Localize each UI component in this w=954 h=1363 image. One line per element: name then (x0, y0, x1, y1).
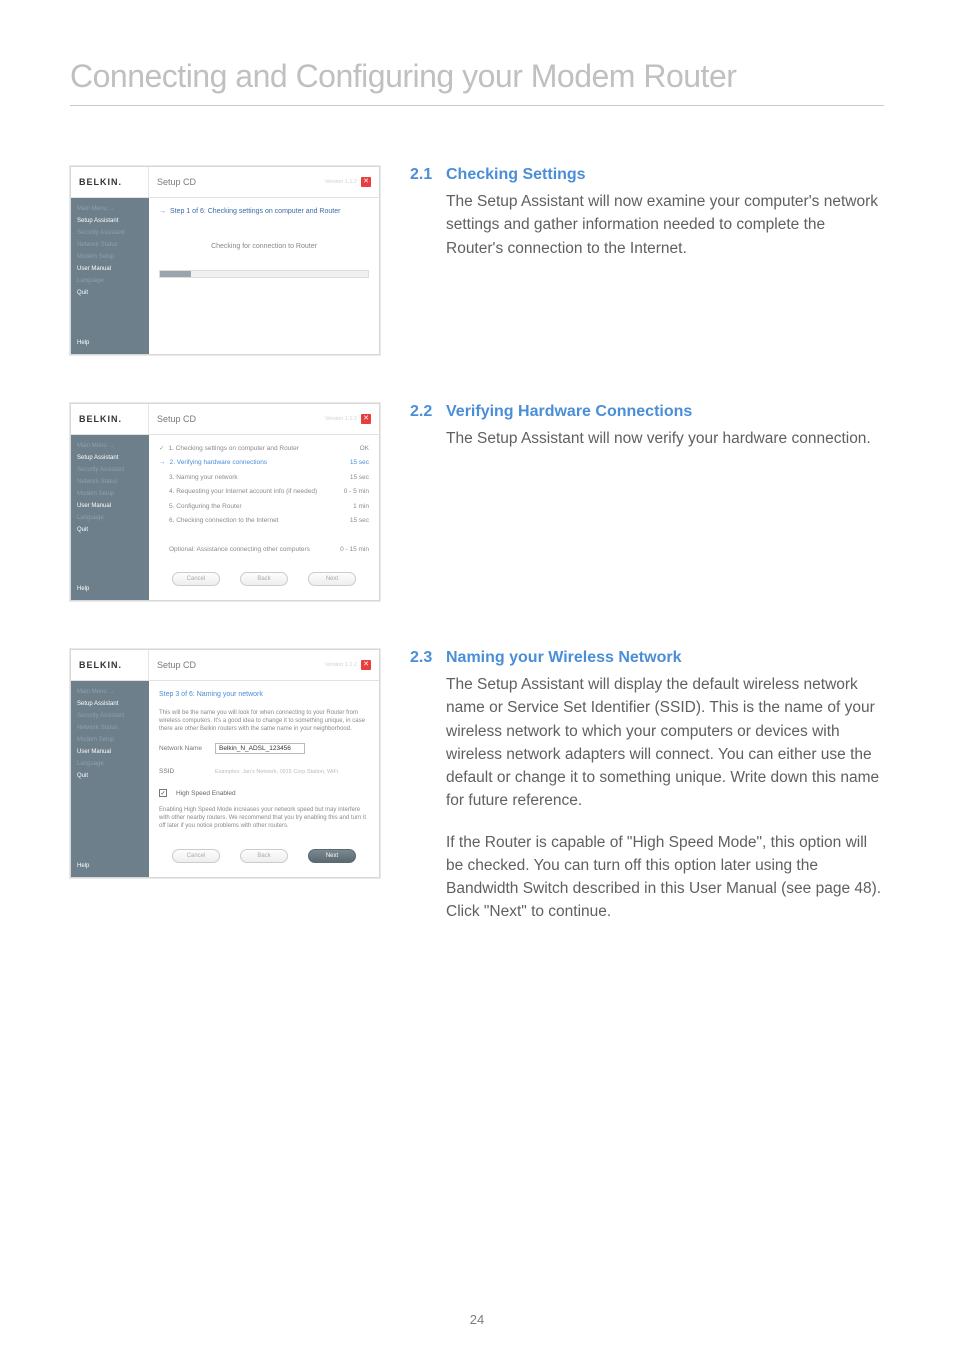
setup-title: Setup CD (157, 177, 196, 187)
row-2-3: BELKIN. Setup CD Version 1.1.2 ✕ Main Me… (70, 649, 884, 924)
title-rule (70, 105, 884, 106)
version-label: Version 1.1.2 (325, 179, 357, 185)
step-body: The Setup Assistant will now examine you… (446, 190, 884, 260)
brand-logo: BELKIN. (71, 650, 149, 680)
version-label: Version 1.1.2 (325, 416, 357, 422)
sidebar-item-user-manual[interactable]: User Manual (77, 503, 143, 509)
sidebar: Main Menu → Setup Assistant Security Ass… (71, 681, 149, 877)
setup-title: Setup CD (157, 414, 196, 424)
sidebar-item-network-status[interactable]: Network Status (77, 479, 143, 485)
sidebar-item-main-menu[interactable]: Main Menu → (77, 443, 143, 449)
sidebar-item-setup-assistant[interactable]: Setup Assistant (77, 218, 143, 224)
sidebar-item-setup-assistant[interactable]: Setup Assistant (77, 701, 143, 707)
sidebar-item-user-manual[interactable]: User Manual (77, 266, 143, 272)
sidebar-item-network-status[interactable]: Network Status (77, 242, 143, 248)
screenshot-2-3: BELKIN. Setup CD Version 1.1.2 ✕ Main Me… (70, 649, 380, 878)
step-body: The Setup Assistant will now verify your… (446, 427, 884, 450)
sidebar-item-main-menu[interactable]: Main Menu → (77, 689, 143, 695)
step-label: Step 1 of 6: Checking settings on comput… (170, 208, 340, 215)
brand-logo: BELKIN. (71, 404, 149, 434)
next-button[interactable]: Next (308, 849, 356, 863)
intro-note: This will be the name you will look for … (159, 710, 369, 733)
cancel-button[interactable]: Cancel (172, 849, 220, 863)
setup-title: Setup CD (157, 660, 196, 670)
sidebar-item-setup-assistant[interactable]: Setup Assistant (77, 455, 143, 461)
sidebar: Main Menu → Setup Assistant Security Ass… (71, 198, 149, 354)
screenshot-main: Step 3 of 6: Naming your network This wi… (149, 681, 379, 877)
high-speed-note: Enabling High Speed Mode increases your … (159, 807, 369, 830)
high-speed-checkbox[interactable]: ✓ (159, 789, 167, 797)
row-2-1: BELKIN. Setup CD Version 1.1.2 ✕ Main Me… (70, 166, 884, 355)
sidebar-item-language[interactable]: Language (77, 515, 143, 521)
check-icon: ✓ (159, 445, 164, 452)
screenshot-main: ✓1. Checking settings on computer and Ro… (149, 435, 379, 600)
step-heading: Verifying Hardware Connections (446, 403, 884, 421)
high-speed-label: High Speed Enabled (176, 790, 236, 797)
close-icon[interactable]: ✕ (361, 660, 371, 670)
back-button[interactable]: Back (240, 849, 288, 863)
step-label: Step 3 of 6: Naming your network (159, 691, 369, 698)
sidebar: Main Menu → Setup Assistant Security Ass… (71, 435, 149, 600)
page-title: Connecting and Configuring your Modem Ro… (70, 58, 884, 95)
screenshot-2-1: BELKIN. Setup CD Version 1.1.2 ✕ Main Me… (70, 166, 380, 355)
sidebar-item-language[interactable]: Language (77, 278, 143, 284)
sidebar-item-help[interactable]: Help (77, 863, 143, 869)
sidebar-item-security-assistant[interactable]: Security Assistant (77, 467, 143, 473)
step-heading: Naming your Wireless Network (446, 649, 884, 667)
sidebar-item-security-assistant[interactable]: Security Assistant (77, 713, 143, 719)
ssid-label: SSID (159, 768, 209, 775)
cancel-button[interactable]: Cancel (172, 572, 220, 586)
sidebar-item-modem-setup[interactable]: Modem Setup (77, 491, 143, 497)
close-icon[interactable]: ✕ (361, 177, 371, 187)
sidebar-item-network-status[interactable]: Network Status (77, 725, 143, 731)
back-button[interactable]: Back (240, 572, 288, 586)
screenshot-main: → Step 1 of 6: Checking settings on compu… (149, 198, 379, 354)
step-heading: Checking Settings (446, 166, 884, 184)
arrow-right-icon: → (159, 459, 166, 466)
page-number: 24 (0, 1312, 954, 1327)
sidebar-item-quit[interactable]: Quit (77, 773, 143, 779)
network-name-input[interactable] (215, 743, 305, 754)
content: BELKIN. Setup CD Version 1.1.2 ✕ Main Me… (70, 166, 884, 924)
brand-logo: BELKIN. (71, 167, 149, 197)
sidebar-item-help[interactable]: Help (77, 340, 143, 346)
sidebar-item-quit[interactable]: Quit (77, 290, 143, 296)
arrow-right-icon: → (159, 208, 166, 215)
checking-text: Checking for connection to Router (159, 243, 369, 250)
sidebar-item-help[interactable]: Help (77, 586, 143, 592)
step-number: 2.2 (410, 403, 446, 421)
sidebar-item-security-assistant[interactable]: Security Assistant (77, 230, 143, 236)
ssid-hint: Examples: Jan's Network, 0915 Corp Stati… (215, 769, 338, 775)
close-icon[interactable]: ✕ (361, 414, 371, 424)
step-number: 2.1 (410, 166, 446, 184)
screenshot-2-2: BELKIN. Setup CD Version 1.1.2 ✕ Main Me… (70, 403, 380, 601)
version-label: Version 1.1.2 (325, 662, 357, 668)
next-button[interactable]: Next (308, 572, 356, 586)
sidebar-item-main-menu[interactable]: Main Menu → (77, 206, 143, 212)
sidebar-item-modem-setup[interactable]: Modem Setup (77, 737, 143, 743)
step-body: The Setup Assistant will display the def… (446, 673, 884, 924)
sidebar-item-modem-setup[interactable]: Modem Setup (77, 254, 143, 260)
network-name-label: Network Name (159, 745, 209, 752)
step-number: 2.3 (410, 649, 446, 667)
sidebar-item-quit[interactable]: Quit (77, 527, 143, 533)
row-2-2: BELKIN. Setup CD Version 1.1.2 ✕ Main Me… (70, 403, 884, 601)
sidebar-item-language[interactable]: Language (77, 761, 143, 767)
sidebar-item-user-manual[interactable]: User Manual (77, 749, 143, 755)
progress-bar (159, 270, 369, 278)
